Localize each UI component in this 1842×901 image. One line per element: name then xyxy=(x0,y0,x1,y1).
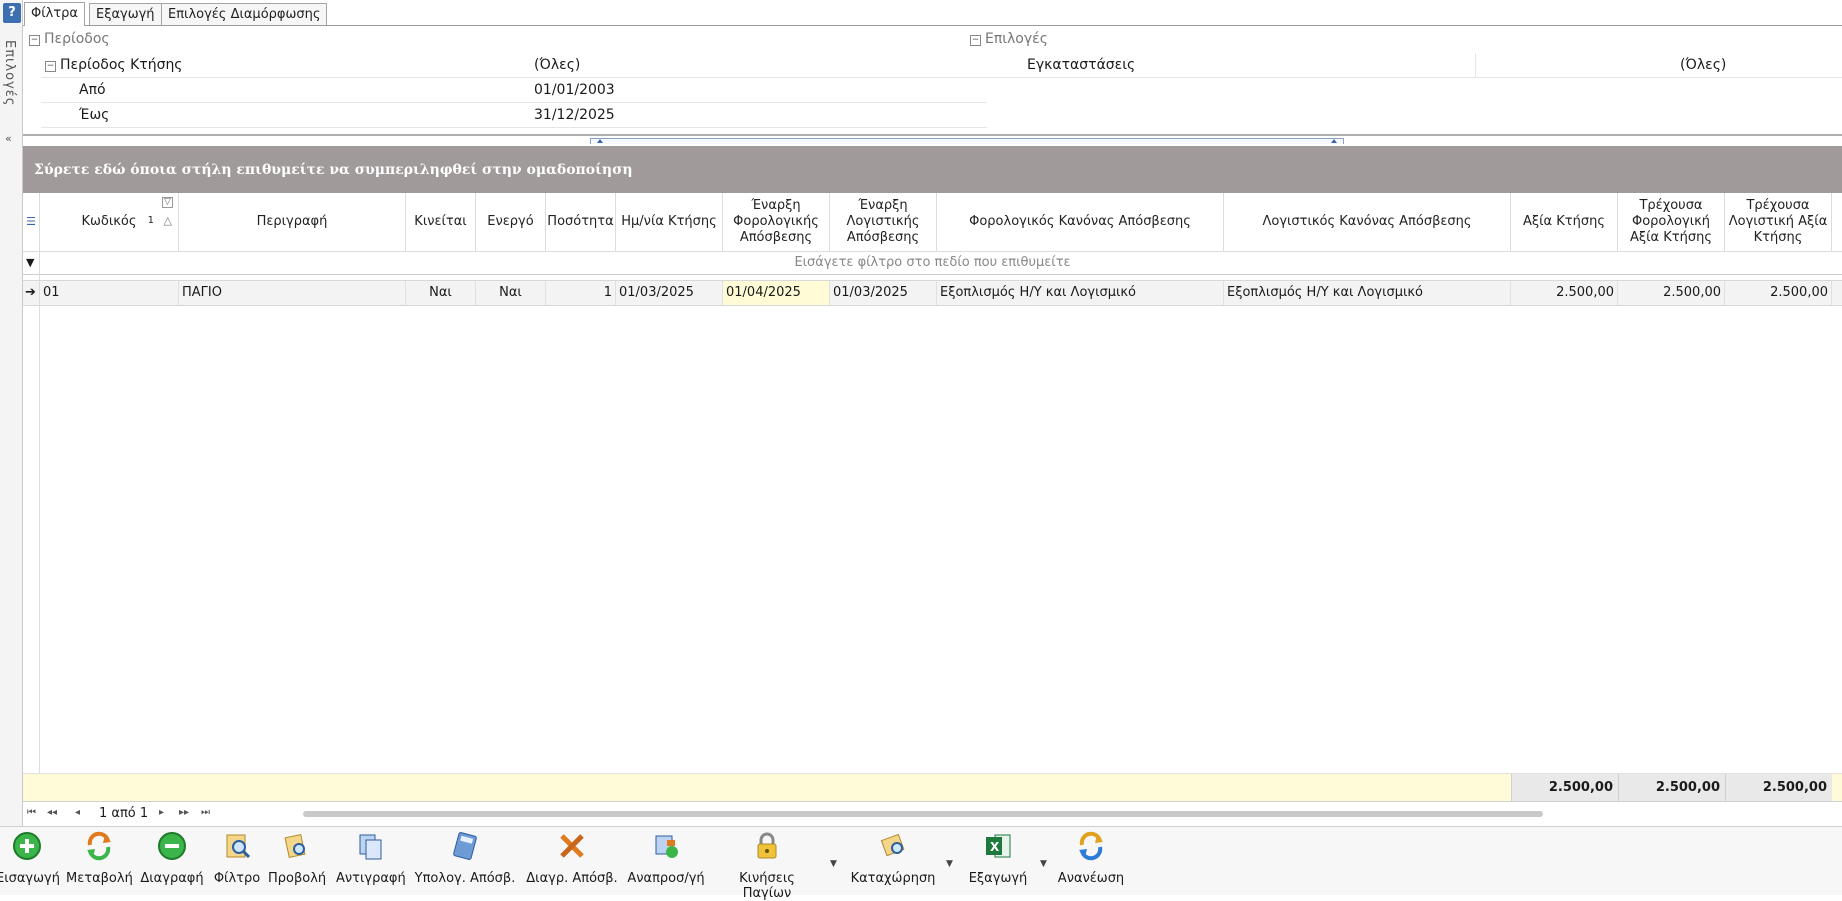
column-header-current-tax-value[interactable]: Τρέχουσα Φορολογική Αξία Κτήσης xyxy=(1618,193,1725,251)
sort-ascending-icon: △ xyxy=(163,214,172,227)
insert-button[interactable]: Εισαγωγή xyxy=(0,831,60,886)
collapse-group-icon[interactable]: − xyxy=(29,35,40,46)
column-header-code[interactable]: Κωδικός 1 △ ▽ xyxy=(40,193,179,251)
installations-row[interactable]: Εγκαταστάσεις (Όλες) xyxy=(985,53,1842,78)
column-header-acquisition-date[interactable]: Ημ/νία Κτήσης xyxy=(616,193,723,251)
tab-bar: Φίλτρα Εξαγωγή Επιλογές Διαμόρφωσης xyxy=(23,0,1842,26)
options-vertical-tab[interactable]: Επιλογές xyxy=(2,40,17,106)
auto-filter-row[interactable]: ▼ Εισάγετε φίλτρο στο πεδίο που επιθυμεί… xyxy=(23,252,1842,275)
tab-filters[interactable]: Φίλτρα xyxy=(24,2,85,26)
asset-movements-dropdown-icon[interactable]: ▼ xyxy=(830,859,837,869)
assets-grid: ☰ Κωδικός 1 △ ▽ Περιγραφή Κινείται Ενεργ… xyxy=(23,193,1842,801)
to-date-field[interactable]: 31/12/2025 xyxy=(534,107,615,123)
column-header-acc-rule[interactable]: Λογιστικός Κανόνας Απόσβεσης xyxy=(1224,193,1511,251)
total-current-acc-value: 2.500,00 xyxy=(1725,774,1832,801)
column-header-quantity[interactable]: Ποσότητα xyxy=(546,193,616,251)
asset-movements-button[interactable]: Κινήσεις Παγίων xyxy=(714,831,820,901)
to-date-row[interactable]: Έως 31/12/2025 xyxy=(41,103,987,128)
export-button[interactable]: X Εξαγωγή xyxy=(962,831,1034,886)
tab-export[interactable]: Εξαγωγή xyxy=(89,3,162,25)
lock-icon xyxy=(757,832,777,859)
total-acquisition-value: 2.500,00 xyxy=(1511,774,1618,801)
table-row[interactable]: ➔ 01 ΠΑΓΙΟ Ναι Ναι 1 01/03/2025 01/04/20… xyxy=(23,280,1842,306)
minus-circle-icon xyxy=(158,832,186,860)
filter-button[interactable]: Φίλτρο xyxy=(212,831,262,886)
delete-tools-icon xyxy=(560,834,584,858)
filter-magnifier-icon xyxy=(226,834,251,859)
group-by-panel[interactable]: Σύρετε εδώ όποια στήλη επιθυμείτε να συμ… xyxy=(23,146,1842,193)
svg-text:X: X xyxy=(990,840,1000,854)
last-page-icon[interactable]: ⏭ xyxy=(201,807,210,818)
column-header-acc-depr-start[interactable]: Έναρξη Λογιστικής Απόσβεσης xyxy=(830,193,937,251)
acquisition-period-row[interactable]: − Περίοδος Κτήσης (Όλες) xyxy=(41,53,987,78)
collapse-icon[interactable]: « xyxy=(5,132,12,145)
next-page-group-icon[interactable]: ▸▸ xyxy=(179,807,189,818)
plus-circle-icon xyxy=(13,832,41,860)
acquisition-period-value[interactable]: (Όλες) xyxy=(534,57,580,73)
total-current-tax-value: 2.500,00 xyxy=(1618,774,1725,801)
collapse-group-icon[interactable]: − xyxy=(45,61,56,72)
bottom-toolbar: Εισαγωγή Μεταβολή Διαγραφή Φίλτρο Προβολ… xyxy=(0,826,1842,901)
options-group-title: − Επιλογές xyxy=(970,31,1048,47)
first-page-icon[interactable]: ⏮ xyxy=(27,807,36,818)
posting-button[interactable]: Καταχώρηση xyxy=(850,831,936,886)
installations-value[interactable]: (Όλες) xyxy=(1680,57,1726,73)
revaluation-button[interactable]: Αναπροσ/γή xyxy=(626,831,706,886)
view-document-icon xyxy=(284,833,306,859)
delete-button[interactable]: Διαγραφή xyxy=(140,831,204,886)
prev-page-group-icon[interactable]: ◂◂ xyxy=(47,807,57,818)
column-header-acquisition-value[interactable]: Αξία Κτήσης xyxy=(1511,193,1618,251)
row-indicator-column xyxy=(23,193,40,800)
refresh-icon xyxy=(1079,831,1103,861)
prev-page-icon[interactable]: ◂ xyxy=(75,807,80,818)
delete-depreciation-button[interactable]: Διαγρ. Απόσβ. xyxy=(526,831,618,886)
view-button[interactable]: Προβολή xyxy=(268,831,326,886)
totals-footer: 2.500,00 2.500,00 2.500,00 xyxy=(23,773,1842,801)
calculator-icon xyxy=(453,832,477,860)
collapse-group-icon[interactable]: − xyxy=(970,35,981,46)
grid-header: ☰ Κωδικός 1 △ ▽ Περιγραφή Κινείται Ενεργ… xyxy=(23,193,1842,252)
filter-panel: − Περίοδος − Περίοδος Κτήσης (Όλες) Από 01… xyxy=(23,26,1842,136)
copy-icon xyxy=(359,834,382,860)
focused-cell[interactable]: 01/04/2025 xyxy=(723,281,830,305)
column-header-current-acc-value[interactable]: Τρέχουσα Λογιστική Αξία Κτήσης xyxy=(1725,193,1832,251)
excel-icon: X xyxy=(986,834,1011,858)
calculate-depreciation-button[interactable]: Υπολογ. Απόσβ. xyxy=(414,831,516,886)
posting-document-icon xyxy=(880,833,905,857)
help-button[interactable]: ? xyxy=(3,3,21,23)
filter-dropdown-icon[interactable]: ▽ xyxy=(162,197,173,208)
from-date-row[interactable]: Από 01/01/2003 xyxy=(41,78,987,103)
column-header-active[interactable]: Ενεργό xyxy=(476,193,546,251)
edit-button[interactable]: Μεταβολή xyxy=(66,831,133,886)
column-header-description[interactable]: Περιγραφή xyxy=(179,193,406,251)
column-header-moving[interactable]: Κινείται xyxy=(406,193,476,251)
horizontal-scrollbar[interactable] xyxy=(303,811,1543,817)
copy-button[interactable]: Αντιγραφή xyxy=(336,831,406,886)
export-dropdown-icon[interactable]: ▼ xyxy=(1040,859,1047,869)
splitter-handle[interactable] xyxy=(590,138,1344,144)
revaluation-icon xyxy=(655,835,678,858)
page-indicator: 1 από 1 xyxy=(99,806,149,821)
side-panel: ? Επιλογές « xyxy=(0,0,23,894)
refresh-button[interactable]: Ανανέωση xyxy=(1056,831,1126,886)
column-header-tax-rule[interactable]: Φορολογικός Κανόνας Απόσβεσης xyxy=(937,193,1224,251)
refresh-edit-icon xyxy=(87,831,111,861)
next-page-icon[interactable]: ▸ xyxy=(159,807,164,818)
period-group-title: − Περίοδος xyxy=(29,31,110,47)
from-date-field[interactable]: 01/01/2003 xyxy=(534,82,615,98)
tab-format-options[interactable]: Επιλογές Διαμόρφωσης xyxy=(161,3,328,25)
column-header-tax-depr-start[interactable]: Έναρξη Φορολογικής Απόσβεσης xyxy=(723,193,830,251)
sort-index: 1 xyxy=(147,215,154,226)
record-navigator: ⏮ ◂◂ ◂ 1 από 1 ▸ ▸▸ ⏭ xyxy=(23,801,1842,826)
posting-dropdown-icon[interactable]: ▼ xyxy=(946,859,953,869)
